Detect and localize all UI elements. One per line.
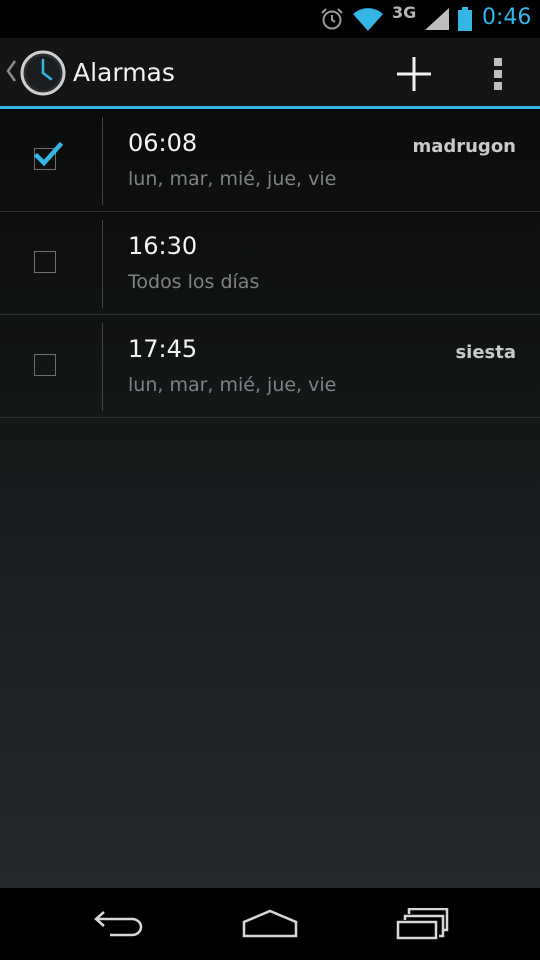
row-divider [102,323,103,411]
alarm-enabled-checkbox[interactable] [33,141,63,170]
status-time: 0:46 [482,5,532,30]
alarm-row[interactable]: 16:30 Todos los días [0,212,540,315]
home-icon [242,909,298,938]
overflow-menu-icon [494,58,502,90]
alarm-icon [321,8,343,30]
back-icon [94,911,143,937]
alarm-days: lun, mar, mié, jue, vie [128,374,337,396]
wifi-icon [353,8,383,32]
row-divider [102,117,103,205]
home-button[interactable] [230,902,310,946]
alarm-label: siesta [455,342,516,363]
alarm-label: madrugon [412,136,516,157]
alarm-toggle-cell[interactable] [0,315,102,417]
battery-icon [458,7,472,31]
alarm-toggle-cell[interactable] [0,109,102,211]
alarm-days: Todos los días [128,271,260,293]
page-title: Alarmas [73,58,175,87]
screen: 3G 0:46 Alarmas 06:08 lun, mar, mié, jue… [0,0,540,960]
add-alarm-button[interactable] [388,52,440,96]
alarm-time: 16:30 [128,232,198,260]
alarm-time: 06:08 [128,129,198,157]
recent-apps-icon [396,908,449,940]
alarm-enabled-checkbox[interactable] [34,251,56,273]
add-icon [397,57,431,91]
up-caret-icon[interactable] [4,58,18,84]
alarm-row[interactable]: 06:08 lun, mar, mié, jue, vie madrugon [0,109,540,212]
alarm-enabled-checkbox[interactable] [34,354,56,376]
status-bar: 3G 0:46 [0,0,540,38]
overflow-menu-button[interactable] [478,52,518,96]
navigation-bar [0,888,540,960]
clock-app-icon[interactable] [20,50,66,96]
back-button[interactable] [80,902,160,946]
alarm-days: lun, mar, mié, jue, vie [128,168,337,190]
alarm-list: 06:08 lun, mar, mié, jue, vie madrugon 1… [0,109,540,888]
alarm-time: 17:45 [128,335,198,363]
network-type-label: 3G [392,3,417,22]
signal-icon [425,8,449,30]
checkmark-icon [33,141,63,167]
row-divider [102,220,103,308]
recent-apps-button[interactable] [382,902,462,946]
action-bar: Alarmas [0,38,540,109]
alarm-toggle-cell[interactable] [0,212,102,314]
alarm-row[interactable]: 17:45 lun, mar, mié, jue, vie siesta [0,315,540,418]
